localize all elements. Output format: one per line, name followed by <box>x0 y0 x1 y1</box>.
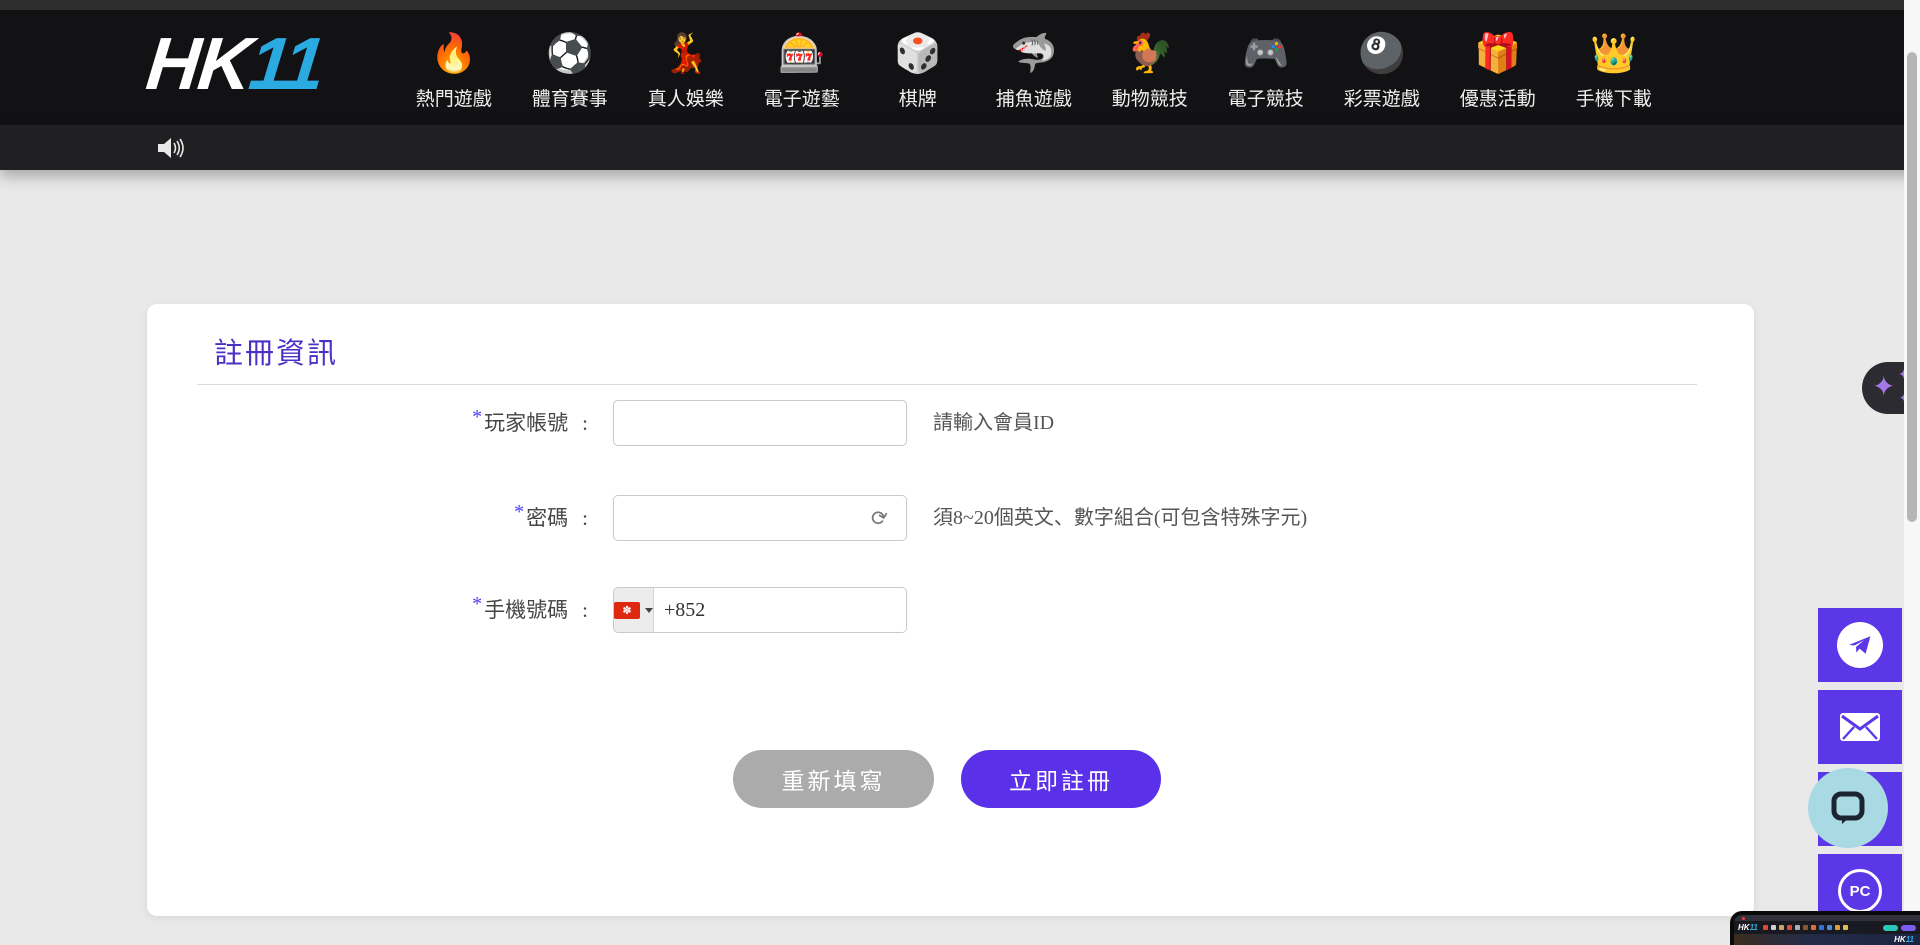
mini-nav-icon <box>1819 925 1824 930</box>
mini-nav-icon <box>1779 925 1784 930</box>
mini-nav-icon <box>1803 925 1808 930</box>
logo-hk-text: HK <box>143 22 255 105</box>
nav-item-animal-racing[interactable]: 🐓 動物競技 <box>1092 22 1208 111</box>
telegram-icon <box>1837 622 1883 668</box>
fire-icon: 🔥 <box>396 28 512 78</box>
registration-card: 註冊資訊 *玩家帳號: 請輸入會員ID *密碼: ⟳ 須8~20個英文、數字組合… <box>147 304 1754 916</box>
mini-nav-icon <box>1787 925 1792 930</box>
reset-button[interactable]: 重新填寫 <box>733 750 934 808</box>
mini-login-pill <box>1883 925 1898 931</box>
nav-item-sports[interactable]: ⚽ 體育賽事 <box>512 22 628 111</box>
livechat-button[interactable] <box>1808 768 1888 848</box>
mini-hk11-logo: HK11 <box>1738 923 1758 932</box>
mini-nav-icon <box>1795 925 1800 930</box>
live-dealer-icon: 💃 <box>628 28 744 78</box>
mini-nav-icon <box>1843 925 1848 930</box>
rooster-icon: 🐓 <box>1092 28 1208 78</box>
nav-item-label: 優惠活動 <box>1440 84 1556 111</box>
nav-item-label: 電子遊藝 <box>744 84 860 111</box>
nav-item-app-download[interactable]: 👑 手機下載 <box>1556 22 1672 111</box>
mini-nav-icon <box>1763 925 1768 930</box>
password-label: *密碼: <box>147 495 588 542</box>
password-input[interactable] <box>613 495 907 541</box>
shark-icon: 🦈 <box>976 28 1092 78</box>
nav-item-label: 真人娛樂 <box>628 84 744 111</box>
mini-navbar: HK11 <box>1734 921 1920 934</box>
nav-item-label: 電子競技 <box>1208 84 1324 111</box>
required-asterisk: * <box>472 406 482 428</box>
scrollbar-thumb[interactable] <box>1907 52 1917 522</box>
email-icon <box>1840 713 1880 741</box>
page-title: 註冊資訊 <box>214 330 338 372</box>
mini-nav-icon <box>1827 925 1832 930</box>
phone-number-input[interactable] <box>654 588 907 632</box>
dice-icon: 🎲 <box>860 28 976 78</box>
nav-item-label: 熱門遊戲 <box>396 84 512 111</box>
register-button[interactable]: 立即註冊 <box>961 750 1161 808</box>
phone-label: *手機號碼: <box>147 587 588 634</box>
announcement-bar <box>0 125 1920 170</box>
soccer-ball-icon: ⚽ <box>512 28 628 78</box>
crown-icon: 👑 <box>1556 28 1672 78</box>
telegram-button[interactable] <box>1818 608 1902 682</box>
title-divider <box>197 384 1697 385</box>
nav-item-hot-games[interactable]: 🔥 熱門遊戲 <box>396 22 512 111</box>
nav-item-card-games[interactable]: 🎲 棋牌 <box>860 22 976 111</box>
logo-11-text: 11 <box>246 22 328 105</box>
nav-item-label: 體育賽事 <box>512 84 628 111</box>
nav-item-lottery[interactable]: 🎱 彩票遊戲 <box>1324 22 1440 111</box>
pc-service-icon: PC <box>1838 869 1882 913</box>
nav-item-slots[interactable]: 🎰 電子遊藝 <box>744 22 860 111</box>
top-strip <box>0 0 1920 10</box>
mini-nav-icons <box>1763 925 1880 930</box>
nav-item-label: 棋牌 <box>860 84 976 111</box>
speaker-icon <box>158 136 184 160</box>
chevron-down-icon <box>645 608 653 613</box>
gamepad-icon: 🎮 <box>1208 28 1324 78</box>
record-dot-icon <box>1742 917 1745 920</box>
form-buttons-row: 重新填寫 立即註冊 <box>147 750 1754 808</box>
mini-hero-banner: HK11 <box>1734 934 1920 945</box>
mini-nav-icon <box>1811 925 1816 930</box>
account-hint: 請輸入會員ID <box>933 400 1054 446</box>
gift-icon: 🎁 <box>1440 28 1556 78</box>
main-navbar: HK11 🔥 熱門遊戲⚽ 體育賽事💃 真人娛樂🎰 電子遊藝🎲 棋牌🦈 捕魚遊戲🐓 動物競技🎮 電… <box>0 10 1920 125</box>
hk11-logo[interactable]: HK11 <box>143 24 327 104</box>
nav-item-label: 手機下載 <box>1556 84 1672 111</box>
account-input[interactable] <box>613 400 907 446</box>
mini-nav-icon <box>1835 925 1840 930</box>
nav-item-fishing[interactable]: 🦈 捕魚遊戲 <box>976 22 1092 111</box>
chat-bubble-icon <box>1830 790 1866 826</box>
mini-register-pill <box>1901 925 1916 931</box>
nav-item-esports[interactable]: 🎮 電子競技 <box>1208 22 1324 111</box>
hong-kong-flag-icon: ✽ <box>614 602 640 619</box>
nav-item-promotions[interactable]: 🎁 優惠活動 <box>1440 22 1556 111</box>
mini-nav-icon <box>1771 925 1776 930</box>
sparkle-icon: ✦ <box>1872 370 1895 403</box>
mini-hero-logo: HK11 <box>1894 935 1914 944</box>
nav-item-live-casino[interactable]: 💃 真人娛樂 <box>628 22 744 111</box>
phone-input-group: ✽ <box>613 587 907 633</box>
required-asterisk: * <box>472 593 482 615</box>
slot-machine-icon: 🎰 <box>744 28 860 78</box>
mini-preview-window[interactable]: HK11 HK11 <box>1730 911 1920 945</box>
page-scrollbar <box>1904 0 1920 945</box>
account-label: *玩家帳號: <box>147 400 588 447</box>
nav-item-label: 捕魚遊戲 <box>976 84 1092 111</box>
nav-item-label: 動物競技 <box>1092 84 1208 111</box>
password-hint: 須8~20個英文、數字組合(可包含特殊字元) <box>933 495 1307 541</box>
nav-item-label: 彩票遊戲 <box>1324 84 1440 111</box>
required-asterisk: * <box>514 501 524 523</box>
country-code-select[interactable]: ✽ <box>614 588 654 632</box>
lottery-ball-icon: 🎱 <box>1324 28 1440 78</box>
nav-list: 🔥 熱門遊戲⚽ 體育賽事💃 真人娛樂🎰 電子遊藝🎲 棋牌🦈 捕魚遊戲🐓 動物競技🎮 電子競技🎱 彩… <box>396 22 1672 111</box>
email-button[interactable] <box>1818 690 1902 764</box>
